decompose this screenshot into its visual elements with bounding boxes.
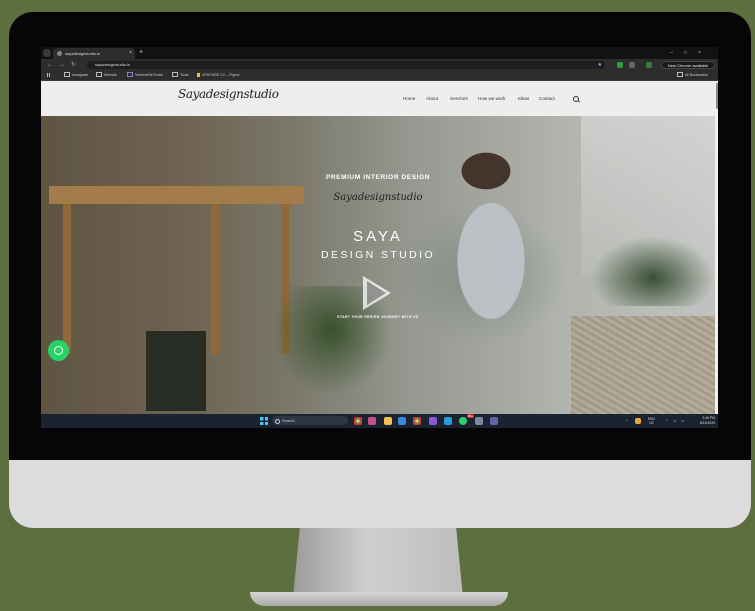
folder-icon — [172, 71, 178, 77]
folder-icon — [96, 71, 102, 77]
monitor-stand-foot — [250, 592, 508, 606]
screen: sayadesignstudio.in × + –□× ← → ↻ sayade… — [41, 47, 718, 428]
hero-eyebrow: PREMIUM INTERIOR DESIGN — [325, 174, 431, 181]
whatsapp-taskbar-icon[interactable] — [459, 417, 467, 425]
nav-about[interactable]: About — [426, 81, 438, 116]
play-icon[interactable] — [363, 276, 391, 310]
file-explorer-icon[interactable] — [384, 417, 392, 425]
chrome-icon[interactable] — [413, 417, 421, 425]
settings-icon[interactable] — [475, 417, 483, 425]
windows-taskbar: Search 99+ ^ ENG US ◠ ◁ ▭ 2:48 PM 8/15/202… — [41, 414, 718, 428]
teams-icon[interactable] — [490, 417, 498, 425]
all-bookmarks[interactable]: All Bookmarks — [677, 71, 708, 80]
site-logo[interactable]: Sayadesignstudio — [178, 87, 279, 101]
bookmark-tools[interactable]: Tools — [172, 71, 188, 80]
chrome-update-button[interactable]: New Chrome available — [661, 61, 715, 69]
extension-puzzle-icon[interactable] — [629, 62, 635, 68]
browser-tab[interactable]: sayadesignstudio.in × — [53, 48, 135, 59]
forward-button[interactable]: → — [59, 59, 65, 71]
monitor-chin — [9, 460, 751, 528]
hero-cta[interactable]: START YOUR DESIGN JOURNEY WITH US — [41, 315, 715, 319]
nav-services[interactable]: Services — [450, 81, 468, 116]
extension-icon[interactable] — [617, 62, 623, 68]
profile-avatar-icon[interactable] — [646, 62, 652, 68]
reload-button[interactable]: ↻ — [71, 59, 76, 71]
url-text: sayadesignstudio.in — [95, 62, 131, 67]
taskbar-clock[interactable]: 2:48 PM 8/15/2025 — [689, 416, 715, 425]
bookmark-instagram[interactable]: Instagram — [64, 71, 88, 80]
web-viewport: Sayadesignstudio Home About Services How… — [41, 81, 718, 414]
back-button[interactable]: ← — [47, 59, 53, 71]
bookmark-star-icon[interactable]: ★ — [598, 61, 602, 69]
scrollbar-thumb[interactable] — [715, 83, 718, 109]
page-scrollbar[interactable] — [715, 81, 718, 414]
tab-close-icon[interactable]: × — [129, 48, 132, 59]
address-bar[interactable]: sayadesignstudio.in ★ — [87, 61, 605, 69]
folder-icon — [677, 71, 683, 77]
volume-icon[interactable]: ◁ — [673, 414, 676, 428]
whatsapp-icon[interactable] — [48, 340, 69, 361]
profile-icon[interactable] — [43, 49, 51, 57]
bookmark-email[interactable]: VentureBis Email — [127, 71, 162, 80]
nav-how-we-work[interactable]: How we work — [478, 81, 505, 116]
app-icon[interactable] — [368, 417, 376, 425]
nav-home[interactable]: Home — [403, 81, 415, 116]
hero-script-logo: Sayadesignstudio — [333, 192, 423, 203]
taskbar-search[interactable]: Search — [272, 416, 348, 425]
browser-toolbar: ← → ↻ sayadesignstudio.in ★ New Chrome a… — [41, 59, 718, 71]
search-icon[interactable] — [573, 96, 579, 102]
wifi-icon[interactable]: ◠ — [665, 414, 668, 428]
apps-icon[interactable] — [47, 71, 53, 80]
favicon-icon — [57, 51, 62, 56]
store-icon[interactable] — [398, 417, 406, 425]
bookmark-figma[interactable]: VENTURE CC – Figma — [197, 71, 239, 80]
chrome-icon[interactable] — [354, 417, 362, 425]
bookmarks-bar: Instagram Website VentureBis Email Tools… — [41, 71, 718, 81]
app-icon[interactable] — [429, 417, 437, 425]
monitor-stand-neck — [293, 528, 463, 598]
bookmark-website[interactable]: Website — [96, 71, 117, 80]
window-controls[interactable]: –□× — [670, 47, 712, 59]
hero-title: SAYA — [353, 228, 403, 245]
tray-app-icon[interactable] — [635, 418, 641, 424]
browser-tab-strip: sayadesignstudio.in × + –□× — [41, 47, 718, 59]
tray-overflow-icon[interactable]: ^ — [626, 414, 628, 428]
hero-section: PREMIUM INTERIOR DESIGN Sayadesignstudio… — [41, 116, 715, 414]
site-header: Sayadesignstudio Home About Services How… — [41, 81, 718, 117]
battery-icon[interactable]: ▭ — [681, 414, 684, 428]
hero-subtitle: DESIGN STUDIO — [320, 249, 436, 261]
monitor-frame: sayadesignstudio.in × + –□× ← → ↻ sayade… — [9, 12, 751, 528]
figma-icon — [197, 72, 200, 77]
language-indicator[interactable]: ENG US — [648, 417, 655, 425]
windows-start-icon[interactable] — [260, 417, 268, 425]
folder-icon — [64, 71, 70, 77]
nav-ideas[interactable]: Ideas — [518, 81, 529, 116]
tab-title: sayadesignstudio.in — [65, 51, 101, 56]
new-tab-button[interactable]: + — [139, 47, 143, 59]
mail-icon — [127, 71, 133, 77]
photos-icon[interactable] — [444, 417, 452, 425]
nav-contact[interactable]: Contact — [539, 81, 555, 116]
notification-badge: 99+ — [467, 414, 475, 418]
